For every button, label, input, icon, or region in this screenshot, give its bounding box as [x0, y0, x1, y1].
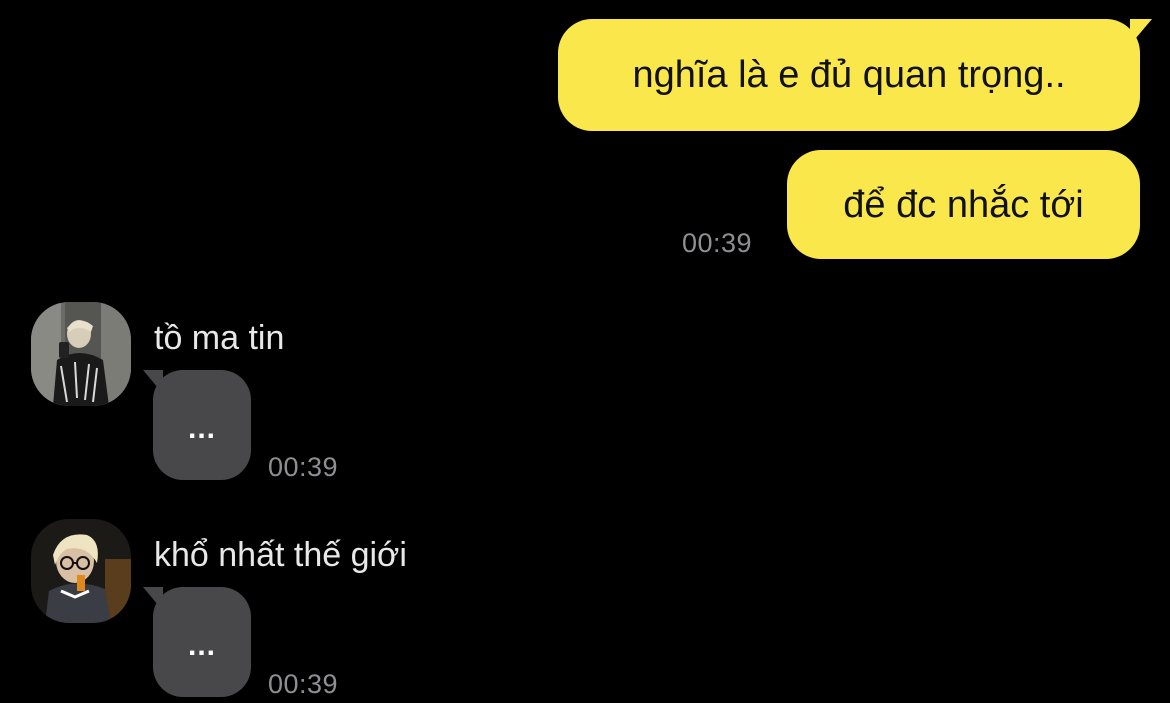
message-text: nghĩa là e đủ quan trọng..	[632, 54, 1066, 96]
avatar[interactable]	[31, 519, 131, 623]
sender-name: khổ nhất thế giới	[154, 536, 407, 574]
message-timestamp: 00:39	[268, 669, 339, 699]
profile-photo-icon	[31, 519, 131, 623]
incoming-message-bubble[interactable]: ...	[143, 370, 251, 480]
incoming-message-bubble[interactable]: ...	[143, 587, 251, 697]
message-text: để đc nhắc tới	[843, 183, 1084, 226]
bubble-tail	[1130, 19, 1152, 45]
message-text: ...	[187, 412, 216, 445]
sender-name: tồ ma tin	[154, 319, 285, 357]
bubble-tail	[143, 587, 163, 611]
bubble-tail	[143, 370, 163, 394]
chat-thread: nghĩa là e đủ quan trọng.. để đc nhắc tớ…	[0, 0, 1170, 703]
profile-photo-icon	[31, 302, 131, 406]
message-timestamp: 00:39	[268, 452, 339, 482]
message-text: ...	[187, 629, 216, 662]
outgoing-message-bubble[interactable]: để đc nhắc tới	[787, 150, 1140, 259]
avatar[interactable]	[31, 302, 131, 406]
outgoing-message-bubble[interactable]: nghĩa là e đủ quan trọng..	[558, 19, 1152, 131]
message-timestamp: 00:39	[682, 228, 753, 258]
